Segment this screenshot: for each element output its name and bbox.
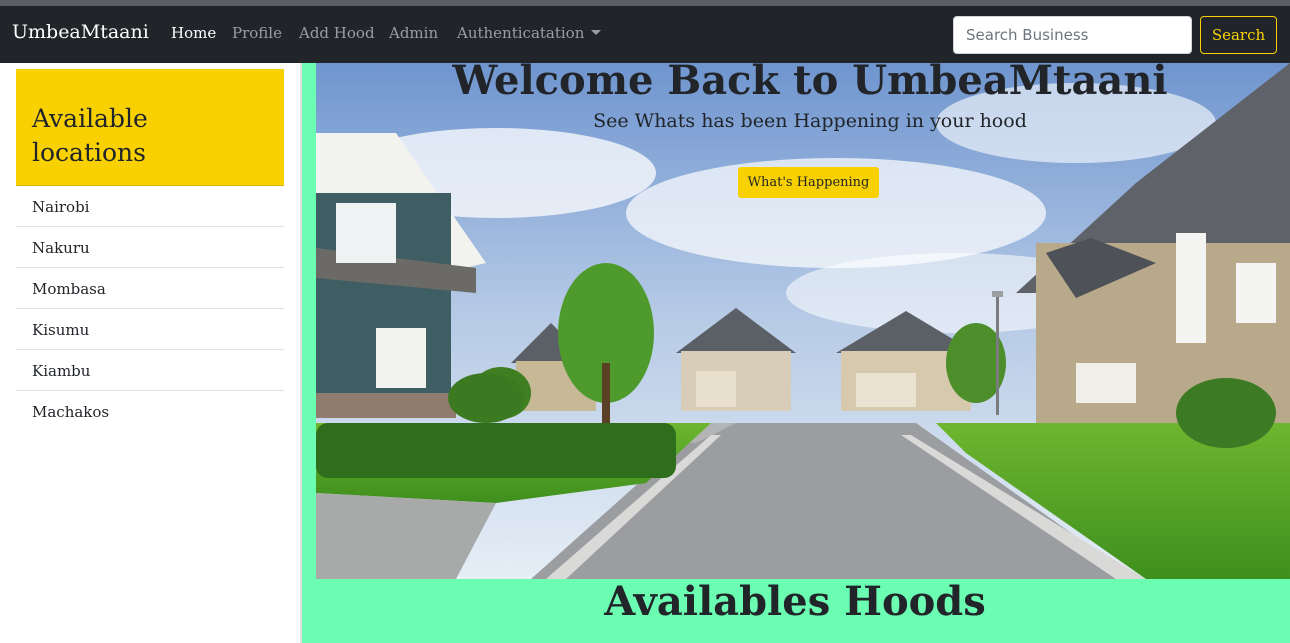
search-button[interactable]: Search — [1200, 16, 1277, 54]
locations-card: Available locations Nairobi Nakuru Momba… — [16, 69, 284, 432]
location-item-nairobi[interactable]: Nairobi — [16, 186, 284, 227]
nav-dropdown-authentication[interactable]: Authenticatation — [457, 24, 602, 42]
location-item-kisumu[interactable]: Kisumu — [16, 309, 284, 350]
hero-title: Welcome Back to UmbeaMtaani — [452, 63, 1168, 104]
location-item-kiambu[interactable]: Kiambu — [16, 350, 284, 391]
available-hoods-heading: Availables Hoods — [604, 578, 986, 625]
navbar: UmbeaMtaani Home Profile Add Hood Admin … — [0, 6, 1290, 63]
neighborhood-image — [316, 63, 1290, 579]
sidebar: Available locations Nairobi Nakuru Momba… — [0, 63, 300, 643]
hero-subtitle: See Whats has been Happening in your hoo… — [593, 110, 1027, 132]
nav-link-add-hood[interactable]: Add Hood — [299, 24, 375, 42]
main-divider — [300, 63, 302, 643]
whats-happening-button[interactable]: What's Happening — [738, 167, 879, 198]
location-item-nakuru[interactable]: Nakuru — [16, 227, 284, 268]
nav-link-home[interactable]: Home — [171, 24, 216, 42]
location-item-mombasa[interactable]: Mombasa — [16, 268, 284, 309]
locations-header: Available locations — [16, 69, 284, 186]
caret-down-icon — [591, 30, 602, 35]
nav-link-admin[interactable]: Admin — [389, 24, 438, 42]
main-content: Welcome Back to UmbeaMtaani See Whats ha… — [300, 63, 1290, 643]
location-item-machakos[interactable]: Machakos — [16, 391, 284, 432]
nav-link-profile[interactable]: Profile — [232, 24, 282, 42]
brand-logo[interactable]: UmbeaMtaani — [12, 21, 149, 43]
hero-banner: Welcome Back to UmbeaMtaani See Whats ha… — [316, 63, 1290, 579]
nav-dropdown-label: Authenticatation — [457, 24, 585, 42]
search-input[interactable] — [953, 16, 1192, 54]
locations-title: Available locations — [32, 104, 148, 167]
